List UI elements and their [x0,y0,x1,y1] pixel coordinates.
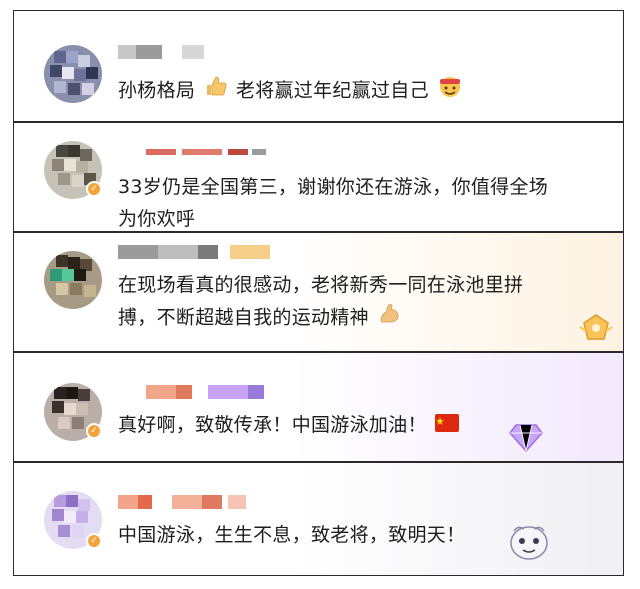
comment-text-part: 老将赢过年纪赢过自己 [235,79,429,102]
comment-text-part: 中国游泳，生生不息，致老将，致明天！ [118,524,466,546]
comment-text: 在现场看真的很感动，老将新秀一同在泳池里拼 搏，不断超越自我的运动精神 [118,269,523,335]
comment-card-2: ✓ 33岁仍是全国第三，谢谢你还在游泳，你值得全场 为你欢呼 [13,122,624,232]
comment-text: 孙杨格局 老将赢过年纪赢过自己 [118,73,465,109]
headband-face-icon [437,73,463,109]
avatar[interactable] [44,251,102,309]
comment-text: 真好啊，致敬传承！中国游泳加油！ [118,409,461,442]
username-blurred[interactable] [118,495,246,509]
verified-badge-icon: ✓ [86,533,102,549]
comment-line-1: 33岁仍是全国第三，谢谢你还在游泳，你值得全场 [118,176,549,198]
comment-line-1: 在现场看真的很感动，老将新秀一同在泳池里拼 [118,274,524,296]
comment-text: 33岁仍是全国第三，谢谢你还在游泳，你值得全场 为你欢呼 [118,171,549,231]
comment-line-2: 搏，不断超越自我的运动精神 [118,301,523,335]
comment-card-3: 在现场看真的很感动，老将新秀一同在泳池里拼 搏，不断超越自我的运动精神 [13,232,624,352]
username-blurred[interactable] [146,149,266,157]
flexed-biceps-icon [377,301,401,335]
verified-badge-icon: ✓ [86,423,102,439]
comment-card-5: ✓ 中国游泳，生生不息，致老将，致明天！ [13,462,624,576]
comment-card-4: ✓ 真好啊，致敬传承！中国游泳加油！ [13,352,624,462]
comment-text-part: 孙杨格局 [118,79,196,102]
comment-text: 中国游泳，生生不息，致老将，致明天！ [118,519,465,551]
diamond-fan-badge-icon [508,421,544,457]
comment-text-part: 真好啊，致敬传承！中国游泳加油！ [118,414,427,436]
username-blurred[interactable] [118,245,270,259]
username-blurred[interactable] [146,385,264,399]
verified-badge-icon: ✓ [86,181,102,197]
crown-fan-badge-icon [578,313,614,347]
comment-line-2: 为你欢呼 [118,208,196,230]
thumbs-up-icon [204,74,228,108]
username-blurred[interactable] [118,45,204,59]
fan-card-background [293,353,623,461]
comment-line-2-text: 搏，不断超越自我的运动精神 [118,306,369,329]
china-flag-icon [435,410,460,442]
comment-card-1: 孙杨格局 老将赢过年纪赢过自己 [13,10,624,122]
avatar[interactable] [44,45,102,103]
cartoon-fan-badge-icon [506,519,552,567]
